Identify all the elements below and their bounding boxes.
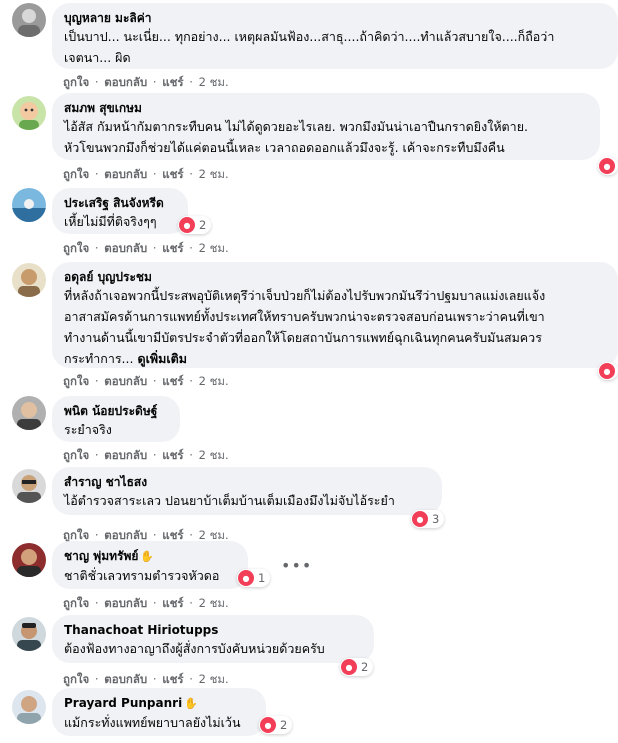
like-action[interactable]: ถูกใจ	[63, 167, 89, 181]
angry-react-icon: ●	[179, 217, 195, 233]
comment-actions: ถูกใจ · ตอบกลับ · แชร์ · 2 ชม.	[63, 167, 229, 181]
like-action[interactable]: ถูกใจ	[63, 75, 89, 89]
reply-action[interactable]: ตอบกลับ	[104, 596, 147, 610]
comment-bubble: Prayard Punpanri ✋ แม้กระทั่งแพทย์พยาบาลย…	[52, 688, 266, 736]
reaction-summary[interactable]: ● 2	[178, 216, 212, 234]
comment-actions: ถูกใจ · ตอบกลับ · แชร์ · 2 ชม.	[63, 75, 229, 89]
reaction-summary[interactable]: ● 2	[340, 658, 374, 676]
comment-bubble: ประเสริฐ สินจังหรีด เหี้ยไม่มีที่ติจริงๆ…	[52, 188, 188, 234]
comment-text: ระยำจริง	[64, 422, 112, 437]
comment-bubble: บุญหลาย มะลิค่า เป็นบาป... นะเนี่ย... ทุ…	[52, 3, 618, 69]
avatar[interactable]	[12, 690, 46, 724]
avatar[interactable]	[12, 96, 46, 130]
reaction-summary[interactable]: ● 3	[411, 510, 445, 528]
comment-actions: ถูกใจ · ตอบกลับ · แชร์ · 2 ชม.	[63, 672, 229, 686]
comment-author[interactable]: ชาญ พุ่มทรัพย์ ✋	[64, 548, 236, 565]
comment-author[interactable]: Thanachoat Hiriotupps	[64, 622, 362, 638]
comment-author[interactable]: สำราญ ชาไธสง	[64, 474, 430, 490]
share-action[interactable]: แชร์	[162, 672, 183, 686]
reply-action[interactable]: ตอบกลับ	[104, 374, 147, 388]
comment-time[interactable]: 2 ชม.	[199, 241, 229, 255]
like-action[interactable]: ถูกใจ	[63, 596, 89, 610]
share-action[interactable]: แชร์	[162, 448, 183, 462]
share-action[interactable]: แชร์	[162, 75, 183, 89]
like-action[interactable]: ถูกใจ	[63, 374, 89, 388]
share-action[interactable]: แชร์	[162, 241, 183, 255]
comment-author[interactable]: อดุลย์ บุญประชม	[64, 269, 606, 285]
angry-react-icon: ●	[599, 158, 615, 174]
reply-action[interactable]: ตอบกลับ	[104, 167, 147, 181]
share-action[interactable]: แชร์	[162, 374, 183, 388]
comment-author[interactable]: พนิต น้อยประดิษฐ์	[64, 403, 168, 419]
comment-time[interactable]: 2 ชม.	[199, 75, 229, 89]
like-action[interactable]: ถูกใจ	[63, 672, 89, 686]
avatar[interactable]	[12, 469, 46, 503]
like-action[interactable]: ถูกใจ	[63, 528, 89, 542]
comment-time[interactable]: 2 ชม.	[199, 167, 229, 181]
angry-react-icon: ●	[238, 570, 254, 586]
comment-bubble: ชาญ พุ่มทรัพย์ ✋ ชาติชั่วเลวทรามตำรวจหัวด…	[52, 541, 248, 589]
comment-bubble: อดุลย์ บุญประชม ที่หลังถ้าเจอพวกนี้ประสพ…	[52, 262, 618, 368]
reaction-summary[interactable]: ●	[598, 157, 618, 175]
angry-react-icon: ●	[412, 511, 428, 527]
comment-text: เป็นบาป... นะเนี่ย... ทุกอย่าง... เหตุผล…	[64, 29, 555, 65]
comment-bubble: พนิต น้อยประดิษฐ์ ระยำจริง	[52, 396, 180, 442]
ellipsis-icon[interactable]: •••	[281, 556, 312, 575]
comment-author[interactable]: ประเสริฐ สินจังหรีด	[64, 195, 176, 211]
comment-text: ที่หลังถ้าเจอพวกนี้ประสพอุบัติเหตุรึว่าเ…	[64, 288, 546, 366]
reply-action[interactable]: ตอบกลับ	[104, 528, 147, 542]
comment-bubble: สมภพ สุขเกษม ไอ้สัส กัมหน้ากัมตากระทืบคน…	[52, 93, 600, 160]
reply-action[interactable]: ตอบกลับ	[104, 75, 147, 89]
share-action[interactable]: แชร์	[162, 528, 183, 542]
share-action[interactable]: แชร์	[162, 167, 183, 181]
comment-time[interactable]: 2 ชม.	[199, 596, 229, 610]
comment-author[interactable]: สมภพ สุขเกษม	[64, 100, 588, 116]
comment-actions: ถูกใจ · ตอบกลับ · แชร์ · 2 ชม.	[63, 448, 229, 462]
reaction-count: 2	[199, 218, 207, 232]
reaction-count: 3	[432, 512, 440, 526]
comment-text: แม้กระทั่งแพทย์พยาบาลยังไม่เว้น	[64, 715, 241, 730]
reaction-summary[interactable]: ● 2	[259, 716, 293, 734]
reply-action[interactable]: ตอบกลับ	[104, 672, 147, 686]
avatar[interactable]	[12, 617, 46, 651]
comment-actions: ถูกใจ · ตอบกลับ · แชร์ · 2 ชม.	[63, 241, 229, 255]
angry-react-icon: ●	[260, 717, 276, 733]
avatar[interactable]	[12, 543, 46, 577]
comment-time[interactable]: 2 ชม.	[199, 374, 229, 388]
waving-hand-icon: ✋	[140, 550, 155, 563]
comment-author[interactable]: Prayard Punpanri ✋	[64, 695, 254, 712]
comment-bubble: สำราญ ชาไธสง ไอ้ตำรวจสาระเลว ปอนยาบ้าเต็…	[52, 467, 442, 515]
comment-time[interactable]: 2 ชม.	[199, 528, 229, 542]
angry-react-icon: ●	[599, 363, 615, 379]
comment-text: ชาติชั่วเลวทรามตำรวจหัวดอ	[64, 568, 220, 583]
comment-time[interactable]: 2 ชม.	[199, 448, 229, 462]
like-action[interactable]: ถูกใจ	[63, 241, 89, 255]
comment-text: เหี้ยไม่มีที่ติจริงๆๆ	[64, 214, 157, 229]
comment-actions: ถูกใจ · ตอบกลับ · แชร์ · 2 ชม.	[63, 596, 229, 610]
like-action[interactable]: ถูกใจ	[63, 448, 89, 462]
waving-hand-icon: ✋	[184, 697, 198, 710]
angry-react-icon: ●	[341, 659, 357, 675]
reaction-count: 2	[361, 660, 369, 674]
avatar[interactable]	[12, 3, 46, 37]
avatar[interactable]	[12, 396, 46, 430]
comment-text: ไอ้สัส กัมหน้ากัมตากระทืบคน ไม่ได้ดูดวยอ…	[64, 119, 528, 155]
reaction-count: 2	[280, 718, 288, 732]
comment-author[interactable]: บุญหลาย มะลิค่า	[64, 10, 606, 26]
reaction-summary[interactable]: ● 1	[237, 569, 271, 587]
comment-text: ต้องฟ้องทางอาญาถึงผู้สั่งการบังคับหน่วยด…	[64, 641, 325, 656]
share-action[interactable]: แชร์	[162, 596, 183, 610]
comment-actions: ถูกใจ · ตอบกลับ · แชร์ · 2 ชม.	[63, 374, 229, 388]
reply-action[interactable]: ตอบกลับ	[104, 448, 147, 462]
reaction-summary[interactable]: ●	[598, 362, 618, 380]
reaction-count: 1	[258, 571, 266, 585]
avatar[interactable]	[12, 263, 46, 297]
reply-action[interactable]: ตอบกลับ	[104, 241, 147, 255]
comment-text: ไอ้ตำรวจสาระเลว ปอนยาบ้าเต็มบ้านเต็มเมือ…	[64, 493, 395, 508]
avatar[interactable]	[12, 188, 46, 222]
comment-time[interactable]: 2 ชม.	[199, 672, 229, 686]
comment-bubble: Thanachoat Hiriotupps ต้องฟ้องทางอาญาถึง…	[52, 615, 374, 663]
see-more-link[interactable]: ดูเพิ่มเติม	[137, 351, 187, 366]
